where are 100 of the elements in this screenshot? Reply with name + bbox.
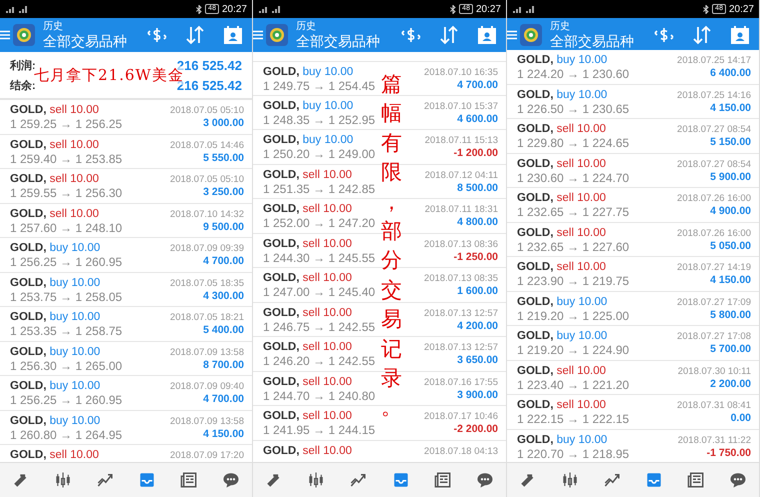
newspaper-icon[interactable]: [687, 471, 705, 489]
menu-icon[interactable]: [507, 30, 517, 40]
trade-profit: 8 700.00: [203, 358, 244, 370]
screen-title: 历史: [296, 20, 317, 32]
trade-profit: 4 700.00: [203, 255, 244, 267]
trade-title: GOLD, sell 10.00: [10, 173, 100, 186]
trade-prices: 1 251.35 → 1 242.85: [263, 182, 376, 196]
chart-icon[interactable]: [349, 471, 368, 489]
candlestick-icon[interactable]: [54, 471, 72, 489]
bluetooth-icon: [450, 4, 456, 14]
trade-prices: 1 241.95 → 1 244.15: [263, 423, 376, 437]
trade-profit: -2 200.00: [454, 423, 498, 435]
trade-title: GOLD, sell 10.00: [10, 449, 99, 462]
trade-time: 2018.07.09 09:40: [170, 381, 244, 393]
trade-prices: 1 226.50 → 1 230.65: [517, 102, 630, 116]
sort-icon[interactable]: [184, 24, 206, 46]
trade-title: GOLD, buy 10.00: [263, 100, 354, 112]
trade-time: 2018.07.18 04:13: [424, 446, 498, 458]
chat-icon[interactable]: [476, 471, 494, 489]
trade-time: 2018.07.26 16:00: [677, 228, 751, 240]
chart-icon[interactable]: [96, 471, 114, 489]
inbox-icon[interactable]: [645, 471, 663, 489]
trade-time: 2018.07.05 18:21: [170, 312, 244, 324]
trade-time: 2018.07.25 14:16: [677, 90, 751, 102]
trade-time: 2018.07.27 08:54: [677, 158, 751, 170]
trade-profit: 4 900.00: [710, 205, 751, 217]
trade-profit: 4 200.00: [457, 320, 498, 332]
trade-title: GOLD, sell 10.00: [263, 306, 353, 320]
trade-title: GOLD, buy 10.00: [263, 66, 354, 79]
trade-profit: 5 700.00: [710, 343, 751, 355]
trade-prices: 1 252.00 → 1 247.20: [263, 216, 376, 230]
clock-time: 20:27: [222, 4, 247, 14]
candlestick-icon[interactable]: [561, 471, 579, 489]
trade-profit: 4 150.00: [710, 102, 751, 114]
inbox-icon[interactable]: [138, 471, 156, 489]
trade-time: 2018.07.11 18:31: [424, 204, 498, 216]
chart-icon[interactable]: [603, 471, 621, 489]
calendar-icon[interactable]: [222, 24, 244, 46]
trade-profit: 4 300.00: [203, 290, 244, 302]
trade-prices: 1 259.25 → 1 256.25: [10, 117, 122, 131]
trade-title: GOLD, sell 10.00: [517, 226, 607, 240]
trade-time: 2018.07.27 08:54: [677, 124, 751, 136]
trade-title: GOLD, sell 10.00: [517, 399, 607, 412]
symbol-filter[interactable]: 全部交易品种: [43, 32, 130, 50]
app-logo-icon: [520, 24, 542, 46]
sort-icon[interactable]: [691, 24, 713, 46]
trade-profit: 3 900.00: [457, 388, 498, 400]
newspaper-icon[interactable]: [434, 471, 452, 489]
newspaper-icon[interactable]: [180, 471, 198, 489]
trade-prices: 1 230.60 → 1 224.70: [517, 170, 630, 184]
trade-prices: 1 247.00 → 1 245.40: [263, 285, 376, 299]
candlestick-icon[interactable]: [307, 471, 326, 489]
trade-prices: 1 232.65 → 1 227.75: [517, 205, 630, 219]
trade-profit: 8 500.00: [457, 182, 498, 194]
trade-title: GOLD, buy 10.00: [517, 54, 608, 67]
trade-profit: 5 400.00: [203, 324, 244, 336]
calendar-icon[interactable]: [476, 24, 498, 46]
trade-profit: -1 200.00: [454, 147, 498, 159]
trade-time: 2018.07.13 08:35: [424, 273, 498, 285]
trade-time: 2018.07.30 10:11: [678, 366, 751, 378]
trade-prices: 1 259.40 → 1 253.85: [10, 152, 122, 166]
trade-profit: 0.00: [730, 412, 751, 424]
trade-time: 2018.07.13 08:36: [424, 238, 498, 250]
annotation-text: 篇幅有限，部分交易记录。: [381, 71, 403, 422]
trade-time: 2018.07.10 16:35: [424, 67, 498, 79]
trade-prices: 1 223.90 → 1 219.75: [517, 274, 630, 288]
trade-time: 2018.07.09 13:58: [170, 416, 244, 428]
sort-icon[interactable]: [438, 24, 460, 46]
trade-title: GOLD, sell 10.00: [263, 203, 353, 216]
trade-title: GOLD, sell 10.00: [517, 261, 607, 274]
menu-icon[interactable]: [0, 30, 10, 40]
trade-profit: 4 700.00: [203, 393, 244, 405]
trade-prices: 1 232.65 → 1 227.60: [517, 240, 630, 254]
trade-time: 2018.07.05 18:35: [170, 278, 244, 290]
trade-time: 2018.07.16 17:55: [424, 376, 498, 388]
trade-profit: 1 600.00: [457, 285, 498, 297]
menu-icon[interactable]: [253, 30, 263, 40]
trade-time: 2018.07.09 13:58: [170, 346, 244, 358]
clock-time: 20:27: [728, 4, 754, 14]
trade-prices: 1 220.70 → 1 218.95: [517, 446, 630, 460]
chat-icon[interactable]: [729, 471, 747, 489]
trade-prices: 1 246.75 → 1 242.55: [263, 320, 376, 334]
trade-time: 2018.07.05 05:10: [170, 174, 244, 186]
trade-title: GOLD, buy 10.00: [517, 434, 608, 446]
chat-icon[interactable]: [222, 471, 240, 489]
trade-title: GOLD, sell 10.00: [263, 410, 353, 423]
trade-time: 2018.07.12 04:11: [424, 170, 498, 182]
trade-prices: 1 253.75 → 1 258.05: [10, 290, 122, 304]
trade-prices: 1 244.30 → 1 245.55: [263, 250, 376, 264]
trade-time: 2018.07.31 08:41: [677, 400, 751, 412]
calendar-icon[interactable]: [729, 24, 751, 46]
symbol-filter[interactable]: 全部交易品种: [550, 32, 637, 50]
inbox-icon[interactable]: [392, 471, 410, 489]
app-logo-icon: [13, 24, 35, 46]
trade-prices: 1 256.30 → 1 265.00: [10, 358, 122, 372]
trade-profit: 4 800.00: [457, 216, 498, 228]
screen-title: 历史: [43, 20, 64, 32]
symbol-filter[interactable]: 全部交易品种: [296, 32, 384, 50]
trade-prices: 1 259.55 → 1 256.30: [10, 186, 122, 200]
trade-profit: 5 050.00: [710, 240, 751, 252]
